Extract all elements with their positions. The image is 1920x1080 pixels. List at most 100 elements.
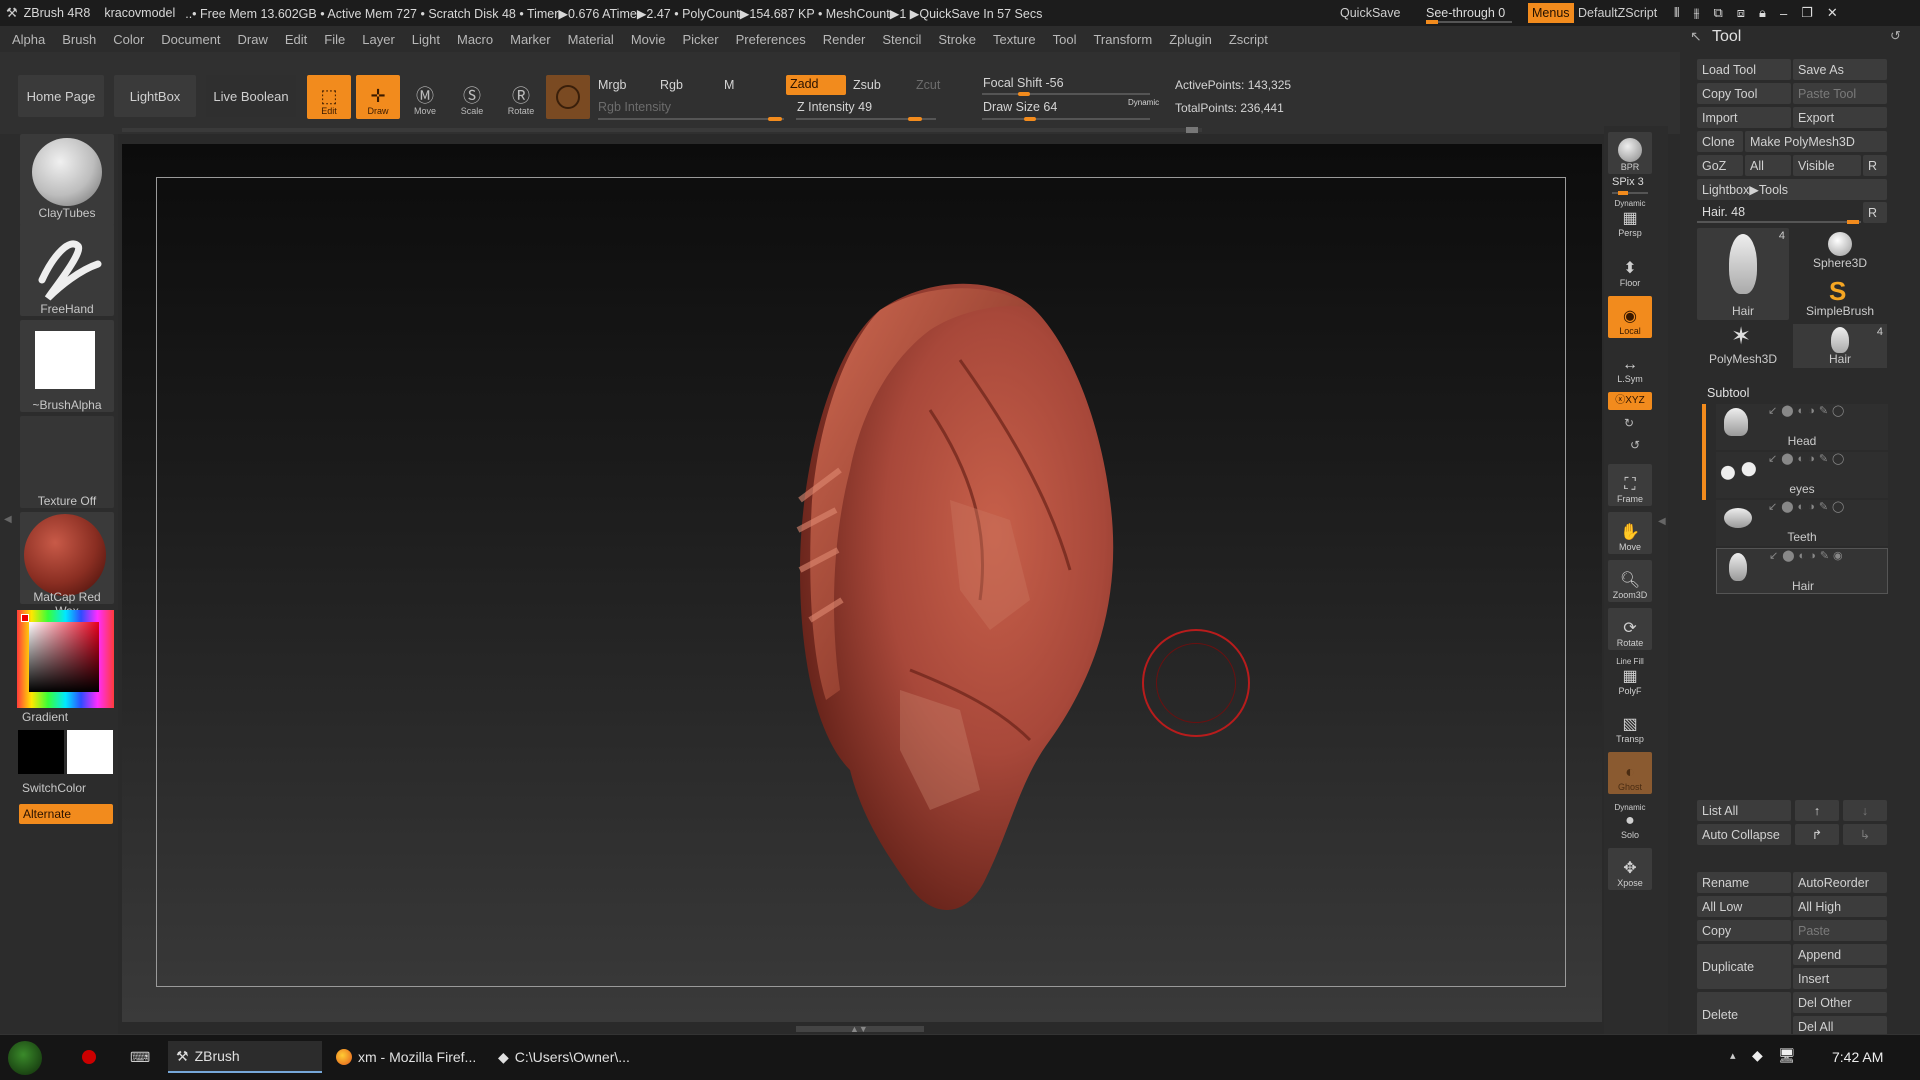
goz-visible-button[interactable]: Visible [1793,155,1861,176]
menu-zscript[interactable]: Zscript [1229,32,1268,47]
zsub-button[interactable]: Zsub [853,78,881,92]
layout-icon[interactable]: ⧉ [1713,5,1722,21]
subtool-eyes[interactable]: ↙⬤◐◑✎◯ eyes [1716,452,1888,498]
record-icon[interactable] [82,1050,96,1064]
subtool-head[interactable]: ↙⬤◐◑✎◯ Head [1716,404,1888,450]
menu-draw[interactable]: Draw [238,32,268,47]
tool-thumb-sphere3d[interactable]: Sphere3D [1793,228,1887,272]
persp-button[interactable]: Dynamic ▦ Persp [1608,198,1652,240]
taskbar-firefox[interactable]: xm - Mozilla Firef... [328,1041,482,1073]
focal-shift-slider[interactable]: Focal Shift -56 [983,76,1064,90]
goz-button[interactable]: GoZ [1697,155,1743,176]
draw-button[interactable]: ✛ Draw [356,75,400,119]
list-all-button[interactable]: List All [1697,800,1791,821]
xpose-button[interactable]: ✥ Xpose [1608,848,1652,890]
tool-palette-reset-icon[interactable]: ↺ [1890,28,1901,44]
dynamic-toggle[interactable]: Dynamic [1128,98,1159,107]
menus-toggle[interactable]: Menus [1528,3,1574,23]
menu-transform[interactable]: Transform [1093,32,1152,47]
subtool-toggles-icon[interactable]: ↙⬤◐◑✎◯ [1768,452,1848,465]
move-up-button[interactable]: ↑ [1795,800,1839,821]
frame-button[interactable]: ⛶ Frame [1608,464,1652,506]
rotate-axis-icon[interactable]: ↻ [1624,416,1634,430]
restore-icon[interactable]: ❐ [1801,5,1813,21]
lock-icon[interactable]: 🔒︎ [1759,5,1766,21]
menu-stroke[interactable]: Stroke [938,32,976,47]
menu-brush[interactable]: Brush [62,32,96,47]
transp-button[interactable]: ▧ Transp [1608,704,1652,746]
subtool-toggles-icon[interactable]: ↙⬤◐◑✎◉ [1769,549,1847,562]
rotate-button[interactable]: Ⓡ Rotate [499,75,543,119]
start-button-icon[interactable] [8,1041,42,1075]
menu-render[interactable]: Render [823,32,866,47]
rgb-button[interactable]: Rgb [660,78,683,92]
duplicate-button[interactable]: Duplicate [1697,944,1791,989]
menu-file[interactable]: File [324,32,345,47]
rotate-view-button[interactable]: ⟳ Rotate [1608,608,1652,650]
subtool-toggles-icon[interactable]: ↙⬤◐◑✎◯ [1768,404,1848,417]
subtool-scrollbar[interactable] [1702,404,1706,500]
zoom3d-button[interactable]: 🔍︎ Zoom3D [1608,560,1652,602]
expand-arrows-icon[interactable]: ▲▼ [850,1024,868,1034]
lightbox-button[interactable]: LightBox [114,75,196,117]
append-button[interactable]: Append [1793,944,1887,965]
lsym-button[interactable]: ↔ L.Sym [1608,344,1652,386]
head-sculpt-model[interactable] [730,270,1130,930]
arrow-return-button[interactable]: ↳ [1843,824,1887,845]
clone-button[interactable]: Clone [1697,131,1743,152]
tool-thumb-simplebrush[interactable]: S SimpleBrush [1793,276,1887,320]
ghost-button[interactable]: ◐ Ghost [1608,752,1652,794]
auto-reorder-button[interactable]: AutoReorder [1793,872,1887,893]
delete-button[interactable]: Delete [1697,992,1791,1037]
left-tray-collapse-arrow[interactable]: ◀ [4,514,12,525]
taskbar-zbrush[interactable]: ⚒ ZBrush [168,1041,322,1073]
all-low-button[interactable]: All Low [1697,896,1791,917]
move-button[interactable]: Ⓜ Move [403,75,447,119]
lightbox-tools-button[interactable]: Lightbox▶Tools [1697,179,1887,200]
tray-app-icon[interactable]: ◆ [1752,1047,1763,1064]
paste-tool-button[interactable]: Paste Tool [1793,83,1887,104]
taskbar-explorer[interactable]: ◆ C:\Users\Owner\... [490,1041,646,1073]
hair-tool-slider[interactable]: Hair. 48 [1697,202,1861,224]
dock-right-icon[interactable]: ⫵ [1693,5,1699,21]
paste-subtool-button[interactable]: Paste [1793,920,1887,941]
color-picker[interactable] [17,610,114,708]
auto-collapse-button[interactable]: Auto Collapse [1697,824,1791,845]
del-other-button[interactable]: Del Other [1793,992,1887,1013]
menu-alpha[interactable]: Alpha [12,32,45,47]
floor-button[interactable]: ⬍ Floor [1608,248,1652,290]
keyboard-icon[interactable]: ⌨ [130,1049,150,1066]
arrow-redirect-button[interactable]: ↱ [1795,824,1839,845]
scale-button[interactable]: Ⓢ Scale [450,75,494,119]
z-intensity-slider[interactable]: Z Intensity 49 [797,100,872,114]
shelf-scroll-handle[interactable] [1186,127,1198,133]
make-polymesh3d-button[interactable]: Make PolyMesh3D [1745,131,1887,152]
export-button[interactable]: Export [1793,107,1887,128]
goz-all-button[interactable]: All [1745,155,1791,176]
tool-thumb-hair[interactable]: 4 Hair [1697,228,1789,320]
menu-texture[interactable]: Texture [993,32,1036,47]
m-button[interactable]: M [724,78,734,92]
menu-document[interactable]: Document [161,32,220,47]
mrgb-button[interactable]: Mrgb [598,78,626,92]
move-view-button[interactable]: ✋ Move [1608,512,1652,554]
tool-palette-pin-icon[interactable]: ↖ [1690,28,1702,45]
see-through-slider[interactable]: See-through 0 [1426,0,1512,26]
all-high-button[interactable]: All High [1793,896,1887,917]
minimize-icon[interactable]: – [1780,6,1787,21]
menu-marker[interactable]: Marker [510,32,550,47]
network-icon[interactable]: 🖥︎ [1778,1047,1796,1064]
move-down-button[interactable]: ↓ [1843,800,1887,821]
tool-thumb-hair-2[interactable]: 4 Hair [1793,324,1887,368]
menu-layer[interactable]: Layer [362,32,395,47]
insert-button[interactable]: Insert [1793,968,1887,989]
menu-color[interactable]: Color [113,32,144,47]
home-page-button[interactable]: Home Page [18,75,104,117]
menu-preferences[interactable]: Preferences [736,32,806,47]
shelf-scroll-strip[interactable] [122,128,1202,132]
live-boolean-button[interactable]: Live Boolean [206,75,296,117]
solo-button[interactable]: Dynamic ● Solo [1608,800,1652,842]
menu-picker[interactable]: Picker [683,32,719,47]
local-button[interactable]: ◉ Local [1608,296,1652,338]
draw-size-slider[interactable]: Draw Size 64 [983,100,1057,114]
